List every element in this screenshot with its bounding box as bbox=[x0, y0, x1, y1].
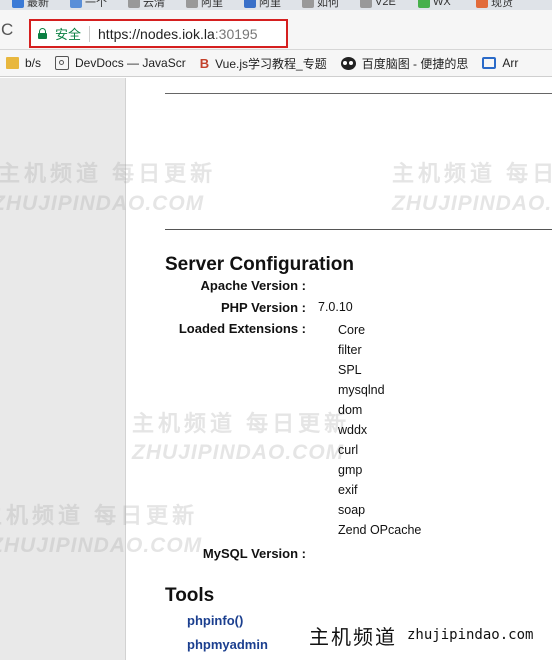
bookmark-label: Vue.js学习教程_专题 bbox=[215, 56, 327, 71]
phpmyadmin-link[interactable]: phpmyadmin bbox=[187, 637, 268, 652]
tab-favicon-icon bbox=[244, 0, 256, 8]
bookmark-item[interactable]: DevDocs — JavaScr bbox=[55, 56, 186, 70]
tab-label: 最新 bbox=[27, 0, 49, 9]
extension-item: dom bbox=[338, 403, 363, 417]
browser-tab[interactable]: 如何 bbox=[302, 0, 339, 10]
tab-label: 如何 bbox=[317, 0, 339, 9]
watermark-text: 主机频道 每日更新 bbox=[392, 161, 552, 186]
bookmark-item[interactable]: Arr bbox=[482, 56, 518, 70]
devdocs-icon bbox=[55, 56, 70, 70]
browser-tab[interactable]: 阿里 bbox=[244, 0, 281, 10]
brand-en-text: zhujipindao.com bbox=[407, 627, 534, 643]
brand-cn-text: 主机频道 bbox=[309, 626, 397, 649]
extension-item: Zend OPcache bbox=[338, 523, 422, 537]
extension-item: wddx bbox=[338, 423, 368, 437]
browser-tab[interactable]: 阿里 bbox=[186, 0, 223, 10]
browser-tab[interactable]: 最新 bbox=[12, 0, 49, 10]
url-host: https://nodes.iok.la bbox=[98, 25, 215, 42]
watermark-text: ZHUJIPINDAO.COM bbox=[392, 192, 552, 215]
watermark-text: 主机频道 每日更新 bbox=[0, 161, 217, 186]
divider bbox=[165, 229, 552, 230]
tab-label: 云清 bbox=[143, 0, 165, 9]
url-port: :30195 bbox=[214, 25, 258, 42]
browser-tab[interactable]: 现货 bbox=[476, 0, 513, 10]
bookmark-item[interactable]: 百度脑图 - 便捷的思 bbox=[340, 55, 469, 72]
tab-favicon-icon bbox=[302, 0, 314, 8]
server-config-title: Server Configuration bbox=[165, 254, 354, 275]
folder-icon bbox=[6, 57, 19, 69]
tab-favicon-icon bbox=[186, 0, 198, 8]
watermark-text: 主机频道 每日更新 bbox=[132, 411, 351, 436]
extension-item: gmp bbox=[338, 463, 363, 477]
divider bbox=[165, 93, 552, 94]
tab-favicon-icon bbox=[418, 0, 430, 8]
extension-item: SPL bbox=[338, 363, 362, 377]
secure-label: 安全 bbox=[55, 27, 82, 42]
tab-favicon-icon bbox=[476, 0, 488, 8]
tab-label: 一个 bbox=[85, 0, 107, 9]
php-version-label: PHP Version : bbox=[220, 300, 306, 315]
loaded-extensions-label: Loaded Extensions : bbox=[178, 321, 306, 336]
bookmark-label: b/s bbox=[25, 56, 42, 70]
php-version-value: 7.0.10 bbox=[318, 300, 353, 314]
extension-item: exif bbox=[338, 483, 358, 497]
tools-title: Tools bbox=[165, 585, 215, 606]
address-bar[interactable]: 安全 https://nodes.iok.la:30195 bbox=[29, 19, 288, 48]
browser-tab[interactable]: 一个 bbox=[70, 0, 107, 10]
watermark-text: ZHUJIPINDAO.COM bbox=[132, 441, 345, 464]
page-content: 主机频道 每日更新 ZHUJIPINDAO.COM 主机频道 每日更新 ZHUJ… bbox=[0, 78, 552, 660]
extension-item: soap bbox=[338, 503, 366, 517]
brand-watermark: 主机频道 zhujipindao.com bbox=[292, 610, 552, 660]
extension-item: filter bbox=[338, 343, 362, 357]
browser-tab[interactable]: V2E bbox=[360, 0, 396, 10]
bookmark-item[interactable]: b/s bbox=[6, 56, 41, 70]
browser-tab[interactable]: 云清 bbox=[128, 0, 165, 10]
tab-label: V2E bbox=[375, 0, 396, 8]
apache-version-label: Apache Version : bbox=[200, 278, 306, 293]
phpinfo-link[interactable]: phpinfo() bbox=[187, 613, 243, 628]
watermark-text: ZHUJIPINDAO.COM bbox=[0, 192, 205, 215]
baidu-naotu-icon bbox=[340, 56, 356, 70]
b-logo-icon: B bbox=[199, 55, 210, 71]
divider bbox=[89, 25, 91, 42]
browser-toolbar: C 安全 https://nodes.iok.la:30195 bbox=[0, 10, 552, 50]
tab-favicon-icon bbox=[12, 0, 24, 8]
tab-favicon-icon bbox=[128, 0, 140, 8]
extension-item: mysqlnd bbox=[338, 383, 385, 397]
bookmark-label: Arr bbox=[502, 56, 519, 70]
tab-label: 阿里 bbox=[201, 0, 223, 9]
extension-item: curl bbox=[338, 443, 359, 457]
extension-item: Core bbox=[338, 323, 366, 337]
mysql-version-label: MySQL Version : bbox=[202, 546, 306, 561]
tab-label: WX bbox=[433, 0, 451, 8]
watermark-text: 主机频道 每日更新 bbox=[0, 503, 199, 528]
bookmark-item[interactable]: B Vue.js学习教程_专题 bbox=[200, 55, 327, 72]
bookmark-label: DevDocs — JavaScr bbox=[75, 56, 186, 70]
bookmark-icon bbox=[482, 57, 497, 69]
tab-strip: 最新 一个 云清 阿里 阿里 如何 V2E WX 现货 bbox=[0, 0, 552, 10]
reload-icon[interactable]: C bbox=[1, 21, 13, 38]
tab-label: 现货 bbox=[491, 0, 513, 9]
watermark-text: ZHUJIPINDAO.COM bbox=[0, 534, 203, 557]
bookmark-label: 百度脑图 - 便捷的思 bbox=[361, 56, 469, 71]
tab-label: 阿里 bbox=[259, 0, 281, 9]
tab-favicon-icon bbox=[360, 0, 372, 8]
browser-tab[interactable]: WX bbox=[418, 0, 451, 10]
bookmarks-bar: b/s DevDocs — JavaScr B Vue.js学习教程_专题 百度… bbox=[0, 50, 552, 77]
lock-icon bbox=[38, 28, 47, 39]
tab-favicon-icon bbox=[70, 0, 82, 8]
